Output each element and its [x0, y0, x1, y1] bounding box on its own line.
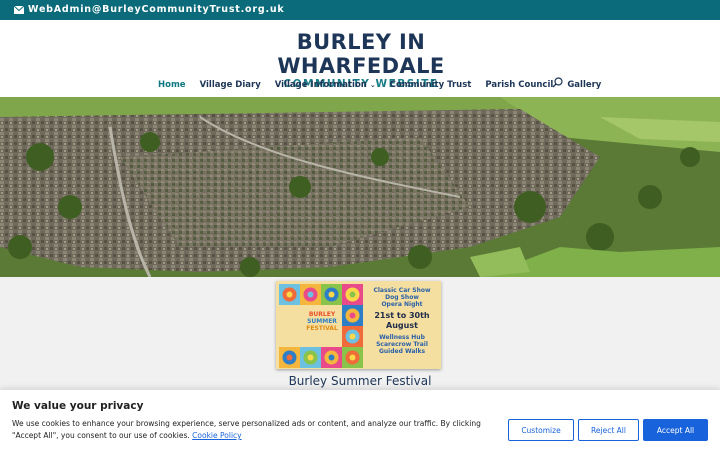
festival-poster[interactable]: BURLEY SUMMER FESTIVAL Classic Car Show …: [276, 281, 441, 369]
logo-title: BURLEY IN WHARFEDALE: [277, 30, 445, 78]
search-icon[interactable]: [552, 77, 563, 88]
customize-button[interactable]: Customize: [508, 419, 574, 441]
envelope-icon: [14, 5, 24, 14]
poster-details: Classic Car Show Dog Show Opera Night 21…: [366, 287, 438, 355]
top-bar: WebAdmin@BurleyCommunityTrust.org.uk: [0, 0, 720, 20]
site-header: BURLEY IN WHARFEDALE COMMUNITY WEBSITE H…: [0, 20, 720, 97]
email-link[interactable]: WebAdmin@BurleyCommunityTrust.org.uk: [14, 4, 285, 15]
poster-title: BURLEY SUMMER FESTIVAL: [306, 311, 338, 332]
hero-aerial-photo: [0, 97, 720, 277]
main-nav: Home Village Diary Village Information ⌄…: [158, 78, 615, 92]
cookie-banner: We value your privacy We use cookies to …: [0, 390, 720, 450]
nav-item-home[interactable]: Home: [158, 80, 186, 90]
village-aerial-image: [0, 97, 720, 277]
nav-item-gallery[interactable]: Gallery: [567, 80, 601, 90]
cookie-text: We use cookies to enhance your browsing …: [12, 419, 481, 440]
accept-all-button[interactable]: Accept All: [643, 419, 708, 441]
festival-caption[interactable]: Burley Summer Festival: [0, 374, 720, 388]
cookie-policy-link[interactable]: Cookie Policy: [192, 431, 241, 440]
nav-item-village-diary[interactable]: Village Diary: [200, 80, 261, 90]
nav-item-village-information[interactable]: Village Information ⌄: [275, 80, 376, 90]
cookie-title: We value your privacy: [12, 400, 144, 412]
poster-dates: 21st to 30th August: [374, 311, 430, 330]
nav-item-parish-council[interactable]: Parish Council: [485, 80, 553, 90]
reject-all-button[interactable]: Reject All: [578, 419, 639, 441]
email-address[interactable]: WebAdmin@BurleyCommunityTrust.org.uk: [28, 4, 285, 15]
chevron-down-icon: ⌄: [369, 81, 376, 89]
nav-item-community-trust[interactable]: Community Trust: [390, 80, 472, 90]
